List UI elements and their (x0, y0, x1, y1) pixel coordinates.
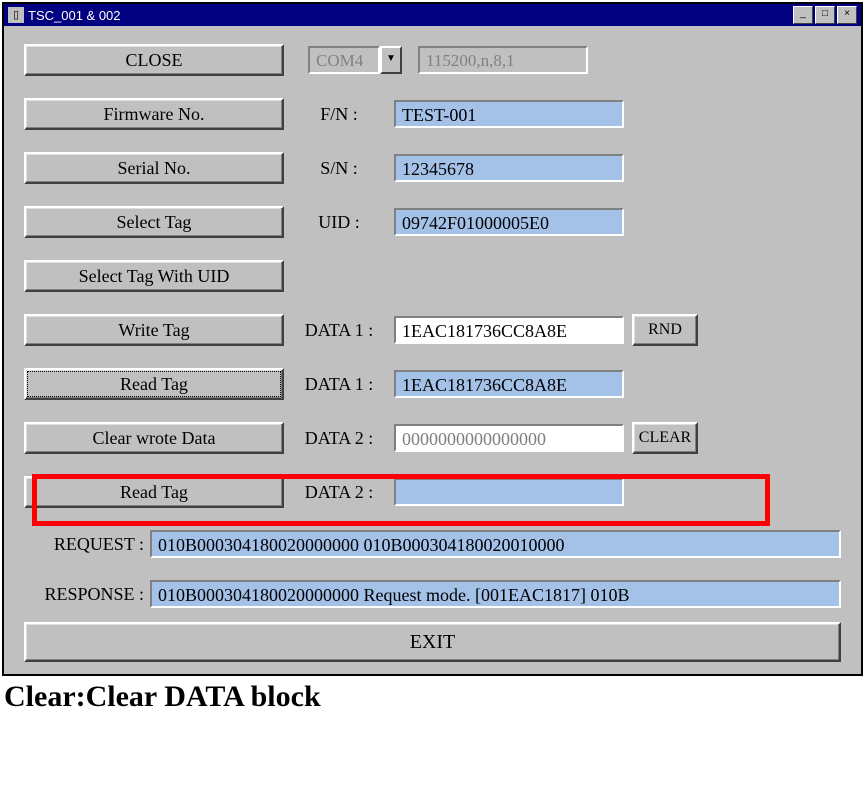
maximize-button[interactable]: □ (815, 6, 835, 24)
uid-field: 09742F01000005E0 (394, 208, 624, 236)
chevron-down-icon[interactable]: ▼ (380, 46, 402, 74)
serial-params-field: 115200,n,8,1 (418, 46, 588, 74)
window-controls: _ □ × (793, 6, 861, 24)
rnd-button[interactable]: RND (632, 314, 698, 346)
close-button[interactable]: CLOSE (24, 44, 284, 76)
com-port-select[interactable]: COM4 ▼ (308, 46, 402, 74)
data2-label: DATA 2 : (284, 428, 394, 449)
app-icon: ▯ (8, 7, 24, 23)
window-title: TSC_001 & 002 (28, 8, 121, 23)
clear-wrote-data-button[interactable]: Clear wrote Data (24, 422, 284, 454)
data2-read-field (394, 478, 624, 506)
fn-label: F/N : (284, 104, 394, 125)
write-tag-button[interactable]: Write Tag (24, 314, 284, 346)
fn-field: TEST-001 (394, 100, 624, 128)
response-field: 010B000304180020000000 Request mode. [00… (150, 580, 841, 608)
close-window-button[interactable]: × (837, 6, 857, 24)
caption-text: Clear:Clear DATA block (4, 680, 865, 714)
data2b-label: DATA 2 : (284, 482, 394, 503)
select-tag-button[interactable]: Select Tag (24, 206, 284, 238)
data2-write-input[interactable]: 0000000000000000 (394, 424, 624, 452)
data1-read-field: 1EAC181736CC8A8E (394, 370, 624, 398)
uid-label: UID : (284, 212, 394, 233)
com-port-value: COM4 (308, 46, 380, 74)
firmware-no-button[interactable]: Firmware No. (24, 98, 284, 130)
sn-field: 12345678 (394, 154, 624, 182)
request-label: REQUEST : (24, 534, 150, 555)
clear-button[interactable]: CLEAR (632, 422, 698, 454)
select-tag-with-uid-button[interactable]: Select Tag With UID (24, 260, 284, 292)
client-area: CLOSE COM4 ▼ 115200,n,8,1 Firmware No. F… (4, 26, 861, 674)
sn-label: S/N : (284, 158, 394, 179)
read-tag-2-button[interactable]: Read Tag (24, 476, 284, 508)
request-field: 010B000304180020000000 010B0003041800200… (150, 530, 841, 558)
data1-label: DATA 1 : (284, 320, 394, 341)
minimize-button[interactable]: _ (793, 6, 813, 24)
titlebar: ▯ TSC_001 & 002 _ □ × (4, 4, 861, 26)
application-window: ▯ TSC_001 & 002 _ □ × CLOSE COM4 ▼ (2, 2, 863, 676)
data1-write-input[interactable]: 1EAC181736CC8A8E (394, 316, 624, 344)
data1b-label: DATA 1 : (284, 374, 394, 395)
read-tag-button[interactable]: Read Tag (24, 368, 284, 400)
serial-no-button[interactable]: Serial No. (24, 152, 284, 184)
exit-button[interactable]: EXIT (24, 622, 841, 662)
response-label: RESPONSE : (24, 584, 150, 605)
